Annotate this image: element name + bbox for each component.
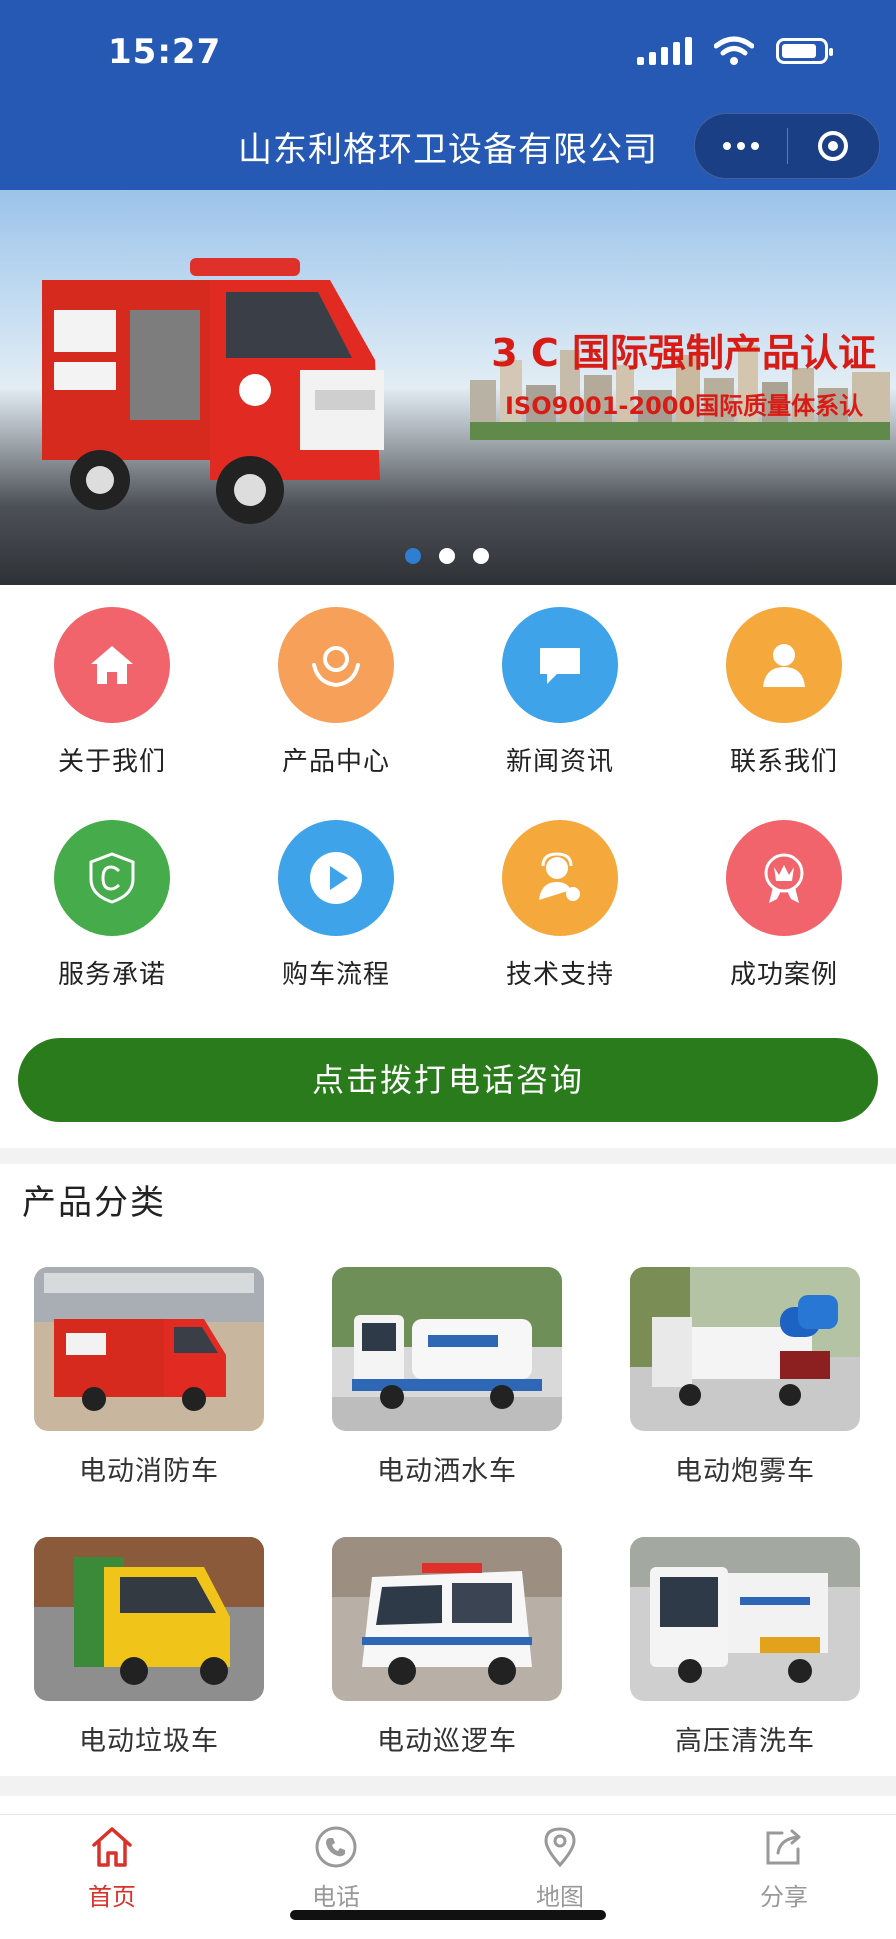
product-label: 电动洒水车 <box>377 1456 517 1487</box>
home-icon <box>92 1827 132 1867</box>
section-divider <box>0 1776 896 1796</box>
grid-item-products[interactable]: 产品中心 <box>224 607 448 778</box>
map-pin-icon <box>544 1827 576 1868</box>
section-title: 产品分类 <box>22 1183 166 1223</box>
product-item[interactable]: 电动洒水车 <box>332 1267 562 1488</box>
fire-truck-image <box>42 258 384 524</box>
grid-label: 技术支持 <box>505 960 614 990</box>
home-indicator <box>290 1910 606 1920</box>
product-image <box>630 1537 860 1701</box>
award-icon <box>726 820 842 936</box>
product-item[interactable]: 电动消防车 <box>34 1267 264 1488</box>
carousel-dot[interactable] <box>473 548 489 564</box>
grid-item-news[interactable]: 新闻资讯 <box>448 607 672 778</box>
home-icon <box>54 607 170 723</box>
grid-item-contact[interactable]: 联系我们 <box>672 607 896 778</box>
carousel-dot[interactable] <box>405 548 421 564</box>
banner-subline: ISO9001-2000国际质量体系认 <box>505 392 864 420</box>
carousel-dot[interactable] <box>439 548 455 564</box>
grid-label: 新闻资讯 <box>505 747 614 777</box>
target-icon <box>818 131 849 161</box>
grid-item-cases[interactable]: 成功案例 <box>672 820 896 991</box>
grid-item-about[interactable]: 关于我们 <box>0 607 224 778</box>
grid-label: 成功案例 <box>729 960 838 990</box>
tab-label: 电话 <box>312 1883 360 1911</box>
chat-icon <box>502 607 618 723</box>
tab-label: 分享 <box>760 1883 808 1911</box>
call-consult-button[interactable]: 点击拨打电话咨询 <box>18 1038 878 1122</box>
person-icon <box>726 607 842 723</box>
product-label: 高压清洗车 <box>675 1726 815 1757</box>
battery-icon <box>776 38 833 64</box>
tab-label: 地图 <box>536 1883 584 1911</box>
phone-icon <box>315 1826 357 1868</box>
hands-icon <box>278 607 394 723</box>
bottom-tab-bar: 首页 电话 地图 分享 <box>0 1814 896 1939</box>
product-item[interactable]: 电动垃圾车 <box>34 1537 264 1758</box>
product-label: 电动炮雾车 <box>675 1456 815 1487</box>
product-image <box>332 1267 562 1431</box>
carousel-indicators <box>405 548 489 564</box>
signal-icon <box>637 37 692 65</box>
grid-item-purchase[interactable]: 购车流程 <box>224 820 448 991</box>
more-button[interactable] <box>695 114 787 178</box>
product-label: 电动消防车 <box>79 1456 219 1487</box>
tab-map[interactable]: 地图 <box>448 1825 672 1912</box>
close-miniapp-button[interactable] <box>788 114 880 178</box>
shield-icon <box>54 820 170 936</box>
wifi-icon <box>714 36 754 65</box>
grid-item-support[interactable]: 技术支持 <box>448 820 672 991</box>
play-icon <box>278 820 394 936</box>
product-item[interactable]: 高压清洗车 <box>630 1537 860 1758</box>
product-image <box>630 1267 860 1431</box>
banner-carousel[interactable]: 3 C 国际强制产品认证 ISO9001-2000国际质量体系认 <box>0 190 896 585</box>
product-item[interactable]: 电动炮雾车 <box>630 1267 860 1488</box>
section-divider <box>0 1148 896 1164</box>
status-icons <box>637 36 833 66</box>
status-time: 15:27 <box>108 32 222 72</box>
grid-label: 购车流程 <box>281 960 390 990</box>
more-dots-icon <box>722 142 759 150</box>
share-icon <box>766 1829 801 1865</box>
tab-home[interactable]: 首页 <box>0 1825 224 1912</box>
tab-share[interactable]: 分享 <box>672 1825 896 1912</box>
grid-label: 产品中心 <box>281 747 390 777</box>
product-label: 电动巡逻车 <box>377 1726 517 1757</box>
support-icon <box>502 820 618 936</box>
product-image <box>34 1267 264 1431</box>
tab-phone[interactable]: 电话 <box>224 1825 448 1912</box>
product-label: 电动垃圾车 <box>79 1726 219 1757</box>
banner-headline: 3 C 国际强制产品认证 <box>491 331 876 375</box>
grid-label: 关于我们 <box>57 747 166 777</box>
product-item[interactable]: 电动巡逻车 <box>332 1537 562 1758</box>
product-image <box>34 1537 264 1701</box>
tab-label: 首页 <box>88 1883 136 1911</box>
grid-label: 服务承诺 <box>57 960 166 990</box>
miniapp-capsule <box>694 113 880 179</box>
header-bar: 15:27 山东利格环卫设备有限公司 <box>0 0 896 190</box>
grid-label: 联系我们 <box>729 747 838 777</box>
grid-item-service[interactable]: 服务承诺 <box>0 820 224 991</box>
product-image <box>332 1537 562 1701</box>
